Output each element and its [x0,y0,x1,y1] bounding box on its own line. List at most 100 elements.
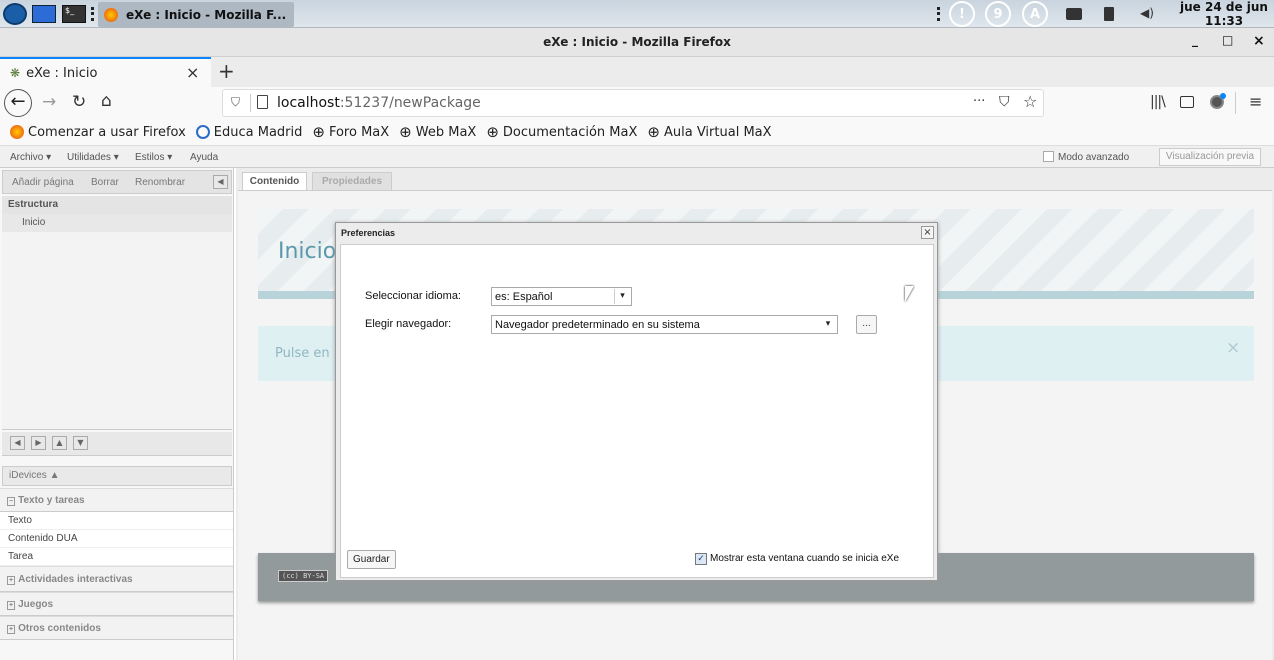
firefox-icon [104,7,118,22]
minimize-button[interactable]: _ [1192,33,1198,47]
tab-propiedades[interactable]: Propiedades [312,172,392,190]
delete-page-button[interactable]: Borrar [91,177,119,188]
preferences-dialog: Preferencias × Seleccionar idioma: es: E… [335,222,938,581]
url-bar[interactable]: ⛉ localhost:51237/newPackage ··· ⛉ ☆ [222,89,1044,117]
accessibility-indicator-icon[interactable]: A [1022,1,1048,27]
url-host: localhost [277,95,340,111]
bookmarks-toolbar: Comenzar a usar Firefox Educa Madrid ⊕ Fo… [0,119,1274,146]
globe-icon: ⊕ [399,123,412,141]
exe-menubar: Archivo ▾ Utilidades ▾ Estilos ▾ Ayuda M… [0,146,1274,168]
browser-select[interactable]: Navegador predeterminado en su sistema ▾ [491,315,838,334]
new-tab-button[interactable]: + [218,59,235,83]
tab-contenido[interactable]: Contenido [242,172,307,190]
idevice-item[interactable]: Texto [0,512,233,530]
idevice-category[interactable]: + Juegos [0,592,233,616]
hint-close-icon[interactable]: × [1226,338,1240,358]
add-page-button[interactable]: Añadir página [12,177,74,188]
outline-node-inicio[interactable]: Inicio [2,214,232,232]
language-select-value: es: Español [495,291,553,303]
idevice-category[interactable]: + Actividades interactivas [0,566,233,592]
advanced-mode-checkbox[interactable] [1043,151,1054,162]
bookmark-label: Documentación MaX [502,124,638,140]
url-text[interactable]: localhost:51237/newPackage [277,95,481,111]
menu-estilos[interactable]: Estilos ▾ [135,152,172,163]
collapse-panel-icon[interactable]: ◀ [213,175,228,189]
menu-archivo[interactable]: Archivo ▾ [10,152,51,163]
bookmark-label: Foro MaX [328,124,390,140]
taskbar-window-button[interactable]: eXe : Inicio - Mozilla F... [98,2,294,27]
educamadrid-icon [195,125,210,139]
start-menu-icon[interactable] [3,3,27,25]
menu-ayuda[interactable]: Ayuda [190,152,218,163]
show-on-start-checkbox[interactable]: ✓ [695,553,707,565]
browser-tabbar: ❋ eXe : Inicio × + [0,57,1274,87]
bookmark-item[interactable]: ⊕ Foro MaX [312,123,389,141]
display-icon[interactable] [1066,8,1082,20]
outline-move-toolbar: ◀ ▶ ▲ ▼ [2,432,232,456]
tab-title: eXe : Inicio [26,65,98,81]
dialog-titlebar: Preferencias × [336,223,937,243]
bookmark-label: Comenzar a usar Firefox [28,124,186,140]
bookmark-item[interactable]: ⊕ Aula Virtual MaX [647,123,771,141]
bookmark-item[interactable]: Educa Madrid [195,125,302,140]
separator-icon [937,7,940,21]
bookmark-star-icon[interactable]: ☆ [1023,92,1037,111]
rename-page-button[interactable]: Renombrar [135,177,185,188]
notification-dot [1220,93,1226,99]
dialog-title: Preferencias [341,228,396,238]
category-label: Otros contenidos [18,623,101,634]
browser-tab[interactable]: ❋ eXe : Inicio × [0,57,211,87]
move-down-icon[interactable]: ▼ [73,436,88,450]
move-right-icon[interactable]: ▶ [31,436,46,450]
bookmark-item[interactable]: ⊕ Documentación MaX [486,123,637,141]
idevice-item[interactable]: Tarea [0,548,233,566]
maximize-button[interactable]: □ [1222,33,1233,47]
home-button[interactable]: ⌂ [101,91,112,111]
move-up-icon[interactable]: ▲ [52,436,67,450]
license-badge[interactable]: (cc) BY-SA [278,570,329,582]
bookmark-item[interactable]: ⊕ Web MaX [399,123,476,141]
alert-indicator-icon[interactable]: ! [949,1,975,27]
hint-text: Pulse en [275,346,330,361]
idevice-category[interactable]: + Otros contenidos [0,616,233,640]
navigation-toolbar: ← → ↻ ⌂ ⛉ localhost:51237/newPackage ···… [0,87,1274,119]
forward-button[interactable]: → [42,92,56,112]
close-window-button[interactable]: × [1253,33,1265,49]
show-desktop-icon[interactable] [32,5,56,23]
hamburger-menu-icon[interactable]: ≡ [1249,92,1262,111]
tracking-shield-icon[interactable]: ⛉ [231,95,240,110]
reload-button[interactable]: ↻ [72,92,86,112]
browse-browser-button[interactable]: ... [856,315,877,334]
window-titlebar: eXe : Inicio - Mozilla Firefox _ □ × [0,28,1274,57]
window-title: eXe : Inicio - Mozilla Firefox [543,35,731,49]
idevices-header[interactable]: iDevices ▲ [2,466,232,486]
system-taskbar: $_ eXe : Inicio - Mozilla F... ! 9 A ◀) … [0,0,1274,28]
clock[interactable]: jue 24 de jun 11:33 [1176,0,1272,28]
pocket-icon[interactable]: ⛉ [999,94,1010,110]
volume-icon[interactable]: ◀) [1140,6,1154,20]
library-icon[interactable]: |||\ [1150,94,1166,110]
terminal-icon[interactable]: $_ [62,5,86,23]
page-actions-icon[interactable]: ··· [973,94,985,109]
sidebar-toggle-icon[interactable] [1180,96,1194,108]
save-button[interactable]: Guardar [347,550,396,569]
globe-icon: ⊕ [486,123,499,141]
battery-icon[interactable] [1104,7,1114,21]
close-tab-icon[interactable]: × [186,63,199,82]
globe-icon: ⊕ [647,123,660,141]
idevice-item[interactable]: Contenido DUA [0,530,233,548]
updates-indicator-icon[interactable]: 9 [985,1,1011,27]
mouse-cursor-icon [905,286,914,302]
idevice-category[interactable]: − Texto y tareas [0,488,233,512]
move-left-icon[interactable]: ◀ [10,436,25,450]
back-button[interactable]: ← [4,89,32,117]
dialog-close-button[interactable]: × [921,226,934,239]
language-select[interactable]: es: Español ▾ [491,287,632,306]
page-info-icon[interactable] [257,95,268,109]
menu-utilidades[interactable]: Utilidades ▾ [67,152,119,163]
chevron-down-icon: ▾ [825,319,831,329]
clock-date: jue 24 de jun [1180,0,1268,14]
bookmark-item[interactable]: Comenzar a usar Firefox [10,125,186,140]
category-label: Actividades interactivas [18,574,133,585]
preview-button[interactable]: Visualización previa [1159,148,1261,166]
